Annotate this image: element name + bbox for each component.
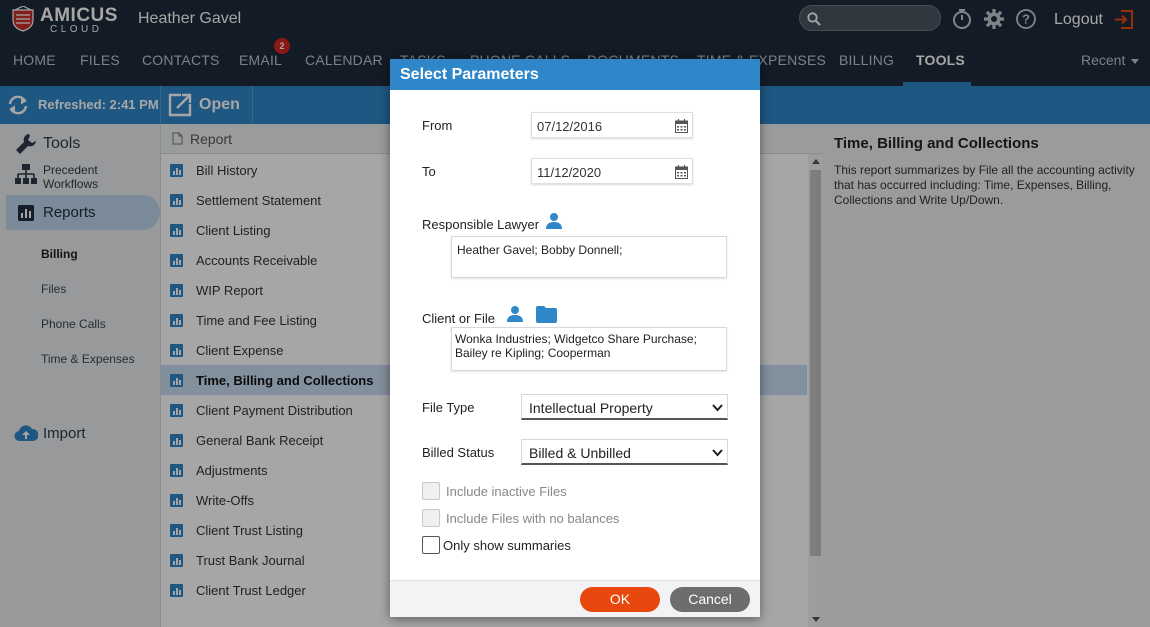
to-label: To — [422, 164, 436, 179]
to-date-field[interactable]: 11/12/2020 — [531, 158, 693, 184]
billed-status-value: Billed & Unbilled — [529, 445, 631, 461]
cancel-button[interactable]: Cancel — [670, 587, 750, 612]
dialog-header: Select Parameters — [390, 59, 760, 90]
folder-icon[interactable] — [536, 306, 557, 323]
ok-button[interactable]: OK — [580, 587, 660, 612]
person-icon[interactable] — [506, 305, 524, 323]
include-inactive-label: Include inactive Files — [446, 484, 567, 499]
person-icon[interactable] — [545, 212, 563, 230]
responsible-lawyer-field[interactable]: Heather Gavel; Bobby Donnell; — [451, 236, 727, 278]
responsible-lawyer-label: Responsible Lawyer — [422, 217, 540, 232]
dialog-footer: OK Cancel — [390, 580, 760, 617]
calendar-icon[interactable] — [675, 165, 688, 179]
file-type-select[interactable]: Intellectual Property — [521, 394, 728, 420]
select-parameters-dialog: Select Parameters From 07/12/2016 To 11/… — [390, 59, 760, 617]
chevron-down-icon — [712, 404, 723, 412]
billed-status-select[interactable]: Billed & Unbilled — [521, 439, 728, 465]
calendar-icon[interactable] — [675, 119, 688, 133]
only-summaries-label: Only show summaries — [443, 538, 571, 553]
from-date-value: 07/12/2016 — [537, 119, 603, 134]
client-or-file-label: Client or File — [422, 311, 495, 326]
client-or-file-field[interactable]: Wonka Industries; Widgetco Share Purchas… — [451, 327, 727, 371]
file-type-value: Intellectual Property — [529, 400, 653, 416]
only-summaries-checkbox[interactable] — [422, 536, 440, 554]
include-inactive-checkbox[interactable] — [422, 482, 440, 500]
billed-status-label: Billed Status — [422, 445, 495, 460]
from-date-field[interactable]: 07/12/2016 — [531, 112, 693, 138]
include-no-balance-label: Include Files with no balances — [446, 511, 620, 526]
chevron-down-icon — [712, 449, 723, 457]
from-label: From — [422, 118, 453, 133]
file-type-label: File Type — [422, 400, 475, 415]
dialog-title: Select Parameters — [400, 66, 539, 83]
to-date-value: 11/12/2020 — [537, 165, 602, 180]
include-no-balance-checkbox[interactable] — [422, 509, 440, 527]
